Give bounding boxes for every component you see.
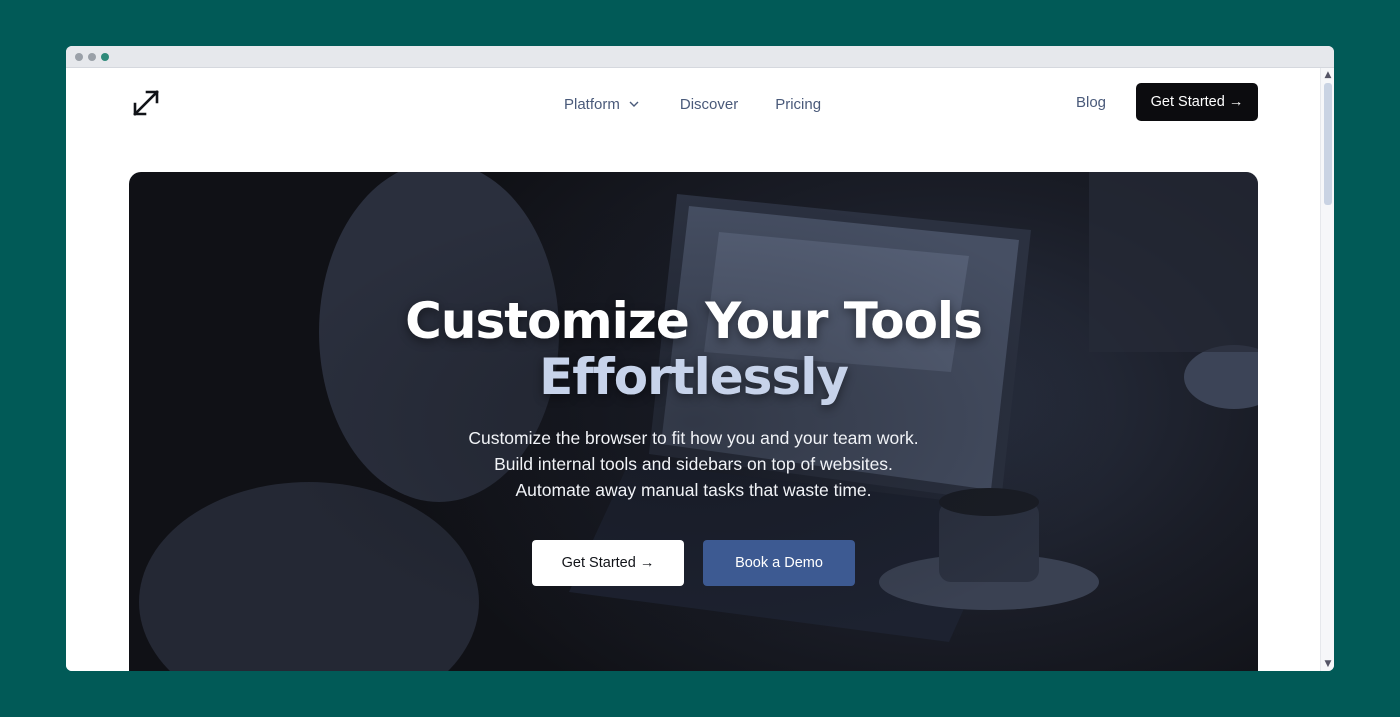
main-nav: Platform Discover Pricing (564, 92, 821, 116)
hero-dark-overlay (129, 172, 1258, 671)
scrollbar-thumb[interactable] (1324, 83, 1332, 205)
hero-subtitle-line: Build internal tools and sidebars on top… (494, 454, 893, 474)
window-close-dot[interactable] (75, 52, 83, 61)
page-viewport: Platform Discover Pricing Blog Get Start… (66, 68, 1320, 671)
vertical-scrollbar[interactable]: ▲ ▼ (1320, 68, 1334, 671)
nav-blog-link[interactable]: Blog (1076, 94, 1106, 111)
hero-title: Customize Your Tools (405, 292, 983, 350)
window-minimize-dot[interactable] (88, 52, 96, 61)
nav-platform-label: Platform (564, 95, 620, 113)
expand-arrows-icon[interactable] (132, 89, 160, 117)
hero-section: Customize Your Tools Effortlessly Custom… (129, 172, 1258, 671)
nav-discover-link[interactable]: Discover (680, 96, 738, 113)
nav-platform-dropdown[interactable]: Platform (564, 96, 640, 113)
hero-subtitle-line: Customize the browser to fit how you and… (468, 428, 919, 448)
chevron-down-icon[interactable]: ▼ (1321, 657, 1334, 671)
window-titlebar (66, 46, 1334, 68)
chevron-up-icon[interactable]: ▲ (1321, 68, 1334, 82)
browser-window: Platform Discover Pricing Blog Get Start… (66, 46, 1334, 671)
book-demo-button[interactable]: Book a Demo (703, 540, 855, 586)
window-zoom-dot[interactable] (101, 52, 109, 61)
hero-subtitle-line: Automate away manual tasks that waste ti… (515, 480, 872, 500)
nav-get-started-button[interactable]: Get Started → (1136, 83, 1258, 121)
chevron-down-icon (629, 101, 639, 107)
hero-title-accent: Effortlessly (539, 348, 849, 406)
hero-get-started-button[interactable]: Get Started → (532, 540, 684, 586)
nav-pricing-link[interactable]: Pricing (775, 96, 821, 113)
